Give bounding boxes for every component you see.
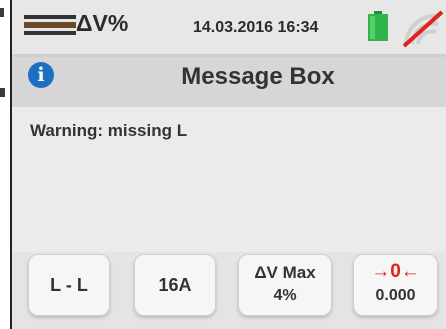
current-rating-label: 16A [158, 275, 192, 295]
system-button-label: L - L [50, 275, 88, 295]
current-rating-button[interactable]: 16A [134, 254, 216, 316]
edge-marker [0, 88, 5, 97]
system-button[interactable]: L - L [28, 254, 110, 316]
instrument-screen: ΔV% 14.03.2016 16:34 i Message Box Warni… [10, 0, 446, 329]
warning-message: Warning: missing L [30, 121, 188, 140]
zero-offset-value: 0.000 [375, 287, 416, 304]
info-icon: i [28, 62, 54, 88]
voltage-drop-icon [24, 15, 76, 35]
max-voltage-drop-button[interactable]: ΔV Max 4% [238, 254, 332, 316]
zero-offset-icon: →0← [371, 261, 420, 282]
zero-offset-button[interactable]: →0← 0.000 [353, 254, 438, 316]
date-time: 14.03.2016 16:34 [193, 19, 319, 36]
edge-marker [0, 8, 4, 17]
no-signal-icon [402, 10, 444, 48]
max-voltage-drop-label: ΔV Max [254, 263, 316, 282]
max-voltage-drop-value: 4% [273, 287, 297, 304]
dialog-title: Message Box [181, 63, 335, 90]
battery-icon [368, 11, 388, 41]
mode-label: ΔV% [76, 10, 129, 36]
